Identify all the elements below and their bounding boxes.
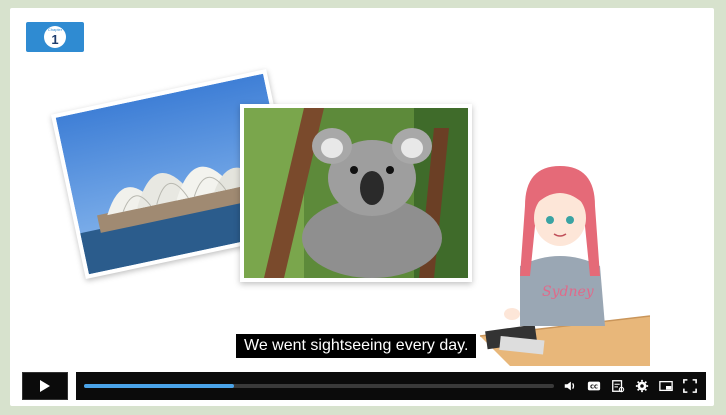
- koala-photo: [240, 104, 472, 282]
- settings-button[interactable]: [634, 378, 650, 394]
- settings-icon: [635, 379, 649, 392]
- girl-illustration: Sydney: [450, 166, 651, 366]
- chapter-number: 1: [51, 32, 59, 47]
- closed-captions-icon: CC: [587, 381, 601, 390]
- subtitle-caption: We went sightseeing every day.: [236, 334, 477, 358]
- volume-button[interactable]: [562, 378, 578, 394]
- picture-in-picture-button[interactable]: [658, 378, 674, 394]
- svg-text:Sydney: Sydney: [542, 284, 595, 300]
- fullscreen-icon: [683, 378, 697, 393]
- picture-in-picture-icon: [659, 380, 673, 391]
- video-area[interactable]: Chapter 1 Sydney We went sightseeing eve…: [10, 8, 714, 406]
- control-bar: CC: [76, 371, 706, 400]
- closed-captions-button[interactable]: CC: [586, 378, 602, 394]
- play-icon: [40, 379, 50, 392]
- progress-fill: [84, 383, 235, 388]
- svg-text:CC: CC: [590, 384, 598, 390]
- transcript-icon: [612, 379, 625, 392]
- fullscreen-button[interactable]: [682, 378, 698, 394]
- girl-drawing: Sydney: [479, 166, 651, 366]
- chapter-circle: Chapter 1: [44, 26, 66, 48]
- progress-bar[interactable]: [84, 383, 554, 388]
- player-frame: Chapter 1 Sydney We went sightseeing eve…: [0, 0, 726, 415]
- player-controls: CC: [10, 369, 714, 402]
- transcript-button[interactable]: [610, 378, 626, 394]
- koala-image: [244, 108, 468, 278]
- chapter-badge: Chapter 1: [26, 22, 84, 52]
- play-button[interactable]: [22, 371, 68, 400]
- volume-icon: [564, 381, 575, 390]
